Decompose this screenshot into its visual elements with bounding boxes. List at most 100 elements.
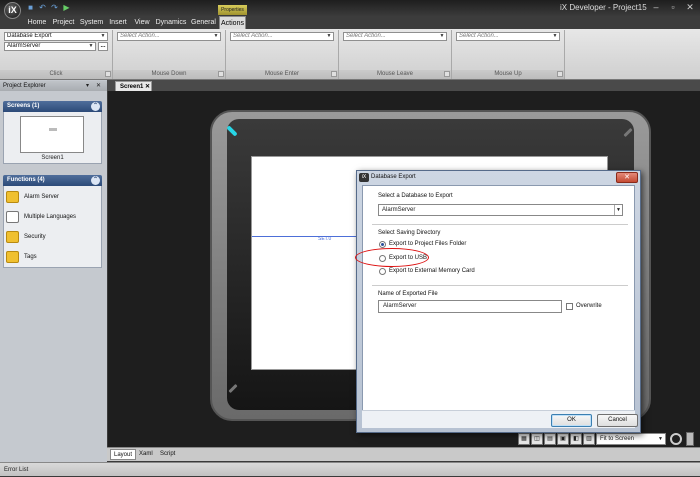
radio-project-files[interactable]: [379, 241, 386, 248]
click-sub-select[interactable]: AlarmServer ▼: [4, 42, 96, 51]
function-item-alarm-server[interactable]: Alarm Server: [6, 189, 59, 205]
lock-icon: [6, 231, 19, 243]
chevron-down-icon: ▼: [552, 33, 558, 39]
dialog-launcher-icon[interactable]: [331, 71, 337, 77]
tab-xaml[interactable]: Xaml: [136, 449, 156, 460]
app-logo[interactable]: iX: [4, 2, 21, 19]
minimize-button[interactable]: –: [648, 1, 664, 13]
lock-icon[interactable]: ▣: [557, 433, 569, 445]
snap-icon[interactable]: ◫: [531, 433, 543, 445]
screen-value-label[interactable]: SET.0: [318, 236, 331, 242]
select-database-label: Select a Database to Export: [378, 193, 453, 199]
dialog-title: Database Export: [371, 174, 416, 180]
tab-project[interactable]: Project: [51, 16, 76, 29]
chevron-down-icon: ▼: [213, 33, 219, 39]
dialog-launcher-icon[interactable]: [218, 71, 224, 77]
divider: [372, 285, 628, 286]
tags-icon: [6, 251, 19, 263]
function-item-security[interactable]: Security: [6, 229, 46, 245]
overwrite-checkbox[interactable]: [566, 303, 573, 310]
tab-script[interactable]: Script: [157, 449, 178, 460]
ok-button[interactable]: OK: [551, 414, 592, 427]
function-item-multiple-languages[interactable]: Multiple Languages: [6, 209, 76, 225]
pin-icon[interactable]: ▾: [86, 82, 89, 89]
zoom-slider[interactable]: [686, 432, 694, 446]
error-list-label[interactable]: Error List: [4, 467, 28, 473]
chevron-down-icon: ▼: [658, 436, 663, 442]
dialog-close-button[interactable]: ✕: [616, 172, 638, 183]
document-tab-strip: [107, 80, 700, 91]
chevron-down-icon: ▼: [439, 33, 445, 39]
zoom-icon[interactable]: [670, 433, 682, 445]
redo-icon[interactable]: ↷: [50, 3, 59, 12]
option-external-memory-label[interactable]: Export to External Memory Card: [389, 268, 475, 274]
tab-general[interactable]: General: [190, 16, 217, 29]
group-label-mouse-up: Mouse Up: [452, 70, 564, 79]
tab-screen1[interactable]: Screen1 ✕: [115, 81, 152, 91]
tab-layout[interactable]: Layout: [110, 449, 137, 460]
mouse-up-select[interactable]: Select Action... ▼: [456, 32, 560, 41]
tab-insert[interactable]: Insert: [107, 16, 129, 29]
close-icon[interactable]: ✕: [145, 84, 150, 90]
collapse-icon[interactable]: ⌃: [91, 102, 100, 111]
mouse-down-select[interactable]: Select Action... ▼: [117, 32, 221, 41]
view-tabs: [107, 447, 700, 461]
cancel-button[interactable]: Cancel: [597, 414, 638, 427]
ribbon-tab-row: [0, 16, 700, 29]
screens-section-header[interactable]: Screens (1) ⌃: [3, 101, 102, 112]
screen-thumbnail-label: Screen1: [41, 155, 64, 161]
maximize-button[interactable]: ▫: [665, 1, 681, 13]
function-item-tags[interactable]: Tags: [6, 249, 37, 265]
window-title: iX Developer - Project15: [560, 3, 647, 12]
chevron-down-icon: ▼: [88, 43, 94, 49]
tab-view[interactable]: View: [132, 16, 152, 29]
tab-actions[interactable]: Actions: [219, 16, 246, 29]
save-icon[interactable]: ■: [26, 3, 35, 12]
dialog-launcher-icon[interactable]: [557, 71, 563, 77]
functions-section-header[interactable]: Functions (4) ⌃: [3, 175, 102, 186]
overwrite-label[interactable]: Overwrite: [576, 303, 602, 309]
group-label-mouse-leave: Mouse Leave: [339, 70, 451, 79]
option-project-files-label[interactable]: Export to Project Files Folder: [389, 241, 466, 247]
dialog-launcher-icon[interactable]: [105, 71, 111, 77]
close-icon[interactable]: ✕: [96, 82, 101, 89]
zoom-select[interactable]: Fit to Screen ▼: [596, 433, 666, 445]
layers-icon[interactable]: ▥: [583, 433, 595, 445]
languages-icon: [6, 211, 19, 223]
chevron-down-icon: ▼: [614, 205, 622, 215]
tab-system[interactable]: System: [79, 16, 104, 29]
group-label-mouse-enter: Mouse Enter: [226, 70, 338, 79]
collapse-icon[interactable]: ⌃: [91, 176, 100, 185]
annotation-ellipse: [355, 248, 429, 267]
preview-icon[interactable]: ◧: [570, 433, 582, 445]
database-select[interactable]: AlarmServer ▼: [378, 204, 623, 216]
divider: [372, 224, 628, 225]
contextual-tab-properties: Properties: [218, 5, 247, 15]
file-name-input[interactable]: AlarmServer: [378, 300, 562, 313]
saving-directory-label: Select Saving Directory: [378, 230, 441, 236]
dialog-button-bar: [362, 410, 635, 428]
browse-button[interactable]: ...: [98, 42, 108, 51]
close-button[interactable]: ✕: [682, 1, 698, 13]
tab-dynamics[interactable]: Dynamics: [155, 16, 187, 29]
tab-home[interactable]: Home: [25, 16, 49, 29]
group-label-mouse-down: Mouse Down: [113, 70, 225, 79]
dialog-launcher-icon[interactable]: [444, 71, 450, 77]
run-icon[interactable]: ▶: [62, 3, 71, 12]
screen-thumbnail[interactable]: [20, 116, 84, 153]
undo-icon[interactable]: ↶: [38, 3, 47, 12]
grid-icon[interactable]: ▦: [518, 433, 530, 445]
mouse-leave-select[interactable]: Select Action... ▼: [343, 32, 447, 41]
chevron-down-icon: ▼: [326, 33, 332, 39]
mouse-enter-select[interactable]: Select Action... ▼: [230, 32, 334, 41]
group-label-click: Click: [0, 70, 112, 79]
status-bar[interactable]: Error List: [0, 462, 700, 476]
alarm-bell-icon: [6, 191, 19, 203]
file-name-label: Name of Exported File: [378, 291, 438, 297]
radio-external-memory[interactable]: [379, 268, 386, 275]
ruler-icon[interactable]: ▤: [544, 433, 556, 445]
screen-line-object[interactable]: [252, 236, 357, 237]
project-explorer-header: Project Explorer: [0, 81, 107, 91]
chevron-down-icon: ▼: [100, 33, 106, 39]
click-action-select[interactable]: Database Export ▼: [4, 32, 108, 41]
